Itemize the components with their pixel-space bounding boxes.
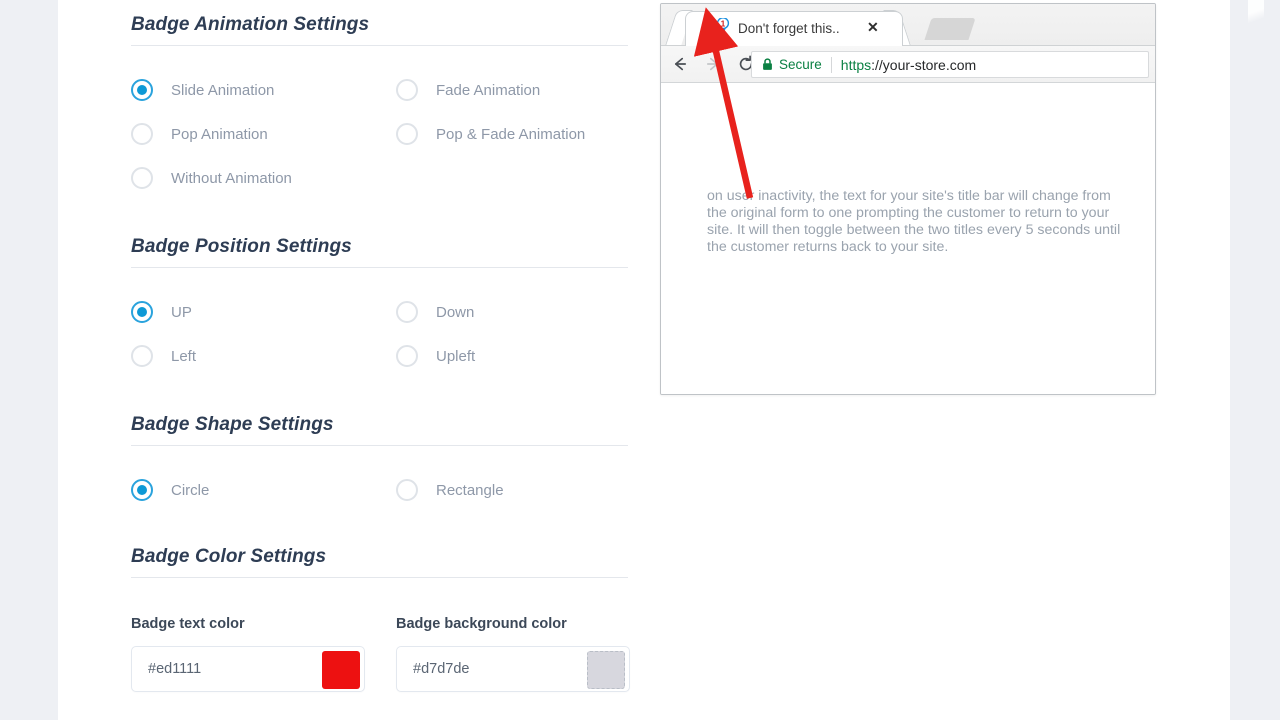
tab-close-icon[interactable]: ✕ (867, 20, 879, 34)
radio-row: Left Upleft (131, 334, 631, 378)
radio-label: Pop & Fade Animation (436, 125, 586, 143)
radio-row: Slide Animation Fade Animation (131, 68, 631, 112)
radio-label: Down (436, 303, 475, 321)
radio-group-shape: Circle Rectangle (131, 468, 631, 512)
secure-label: Secure (779, 57, 822, 72)
section-title-animation: Badge Animation Settings (131, 14, 370, 35)
radio-row: Circle Rectangle (131, 468, 631, 512)
radio-option-pop-animation[interactable]: Pop Animation (131, 112, 396, 156)
section-title-shape: Badge Shape Settings (131, 414, 334, 435)
right-gutter (1230, 0, 1280, 720)
browser-tab-active[interactable]: 1 Don't forget this.. ✕ (685, 11, 903, 46)
back-arrow-icon[interactable] (666, 50, 694, 78)
radio-indicator-icon[interactable] (396, 479, 418, 501)
radio-indicator-icon[interactable] (131, 345, 153, 367)
radio-label: Pop Animation (171, 125, 268, 143)
radio-indicator-icon[interactable] (131, 167, 153, 189)
radio-option-down[interactable]: Down (396, 290, 631, 334)
radio-label: UP (171, 303, 192, 321)
color-swatch-preview[interactable] (587, 651, 625, 689)
radio-label: Fade Animation (436, 81, 541, 99)
radio-option-slide-animation[interactable]: Slide Animation (131, 68, 396, 112)
radio-indicator-icon[interactable] (131, 123, 153, 145)
section-title-position: Badge Position Settings (131, 236, 352, 257)
radio-option-fade-animation[interactable]: Fade Animation (396, 68, 631, 112)
radio-indicator-icon[interactable] (396, 79, 418, 101)
radio-indicator-icon[interactable] (131, 479, 153, 501)
section-divider-position (131, 267, 628, 268)
browser-preview-mockup: 1 Don't forget this.. ✕ Secure https://… (660, 3, 1156, 395)
forward-arrow-icon[interactable] (699, 50, 727, 78)
radio-option-circle[interactable]: Circle (131, 468, 396, 512)
radio-indicator-icon[interactable] (396, 123, 418, 145)
color-field-badge-background-color: Badge background color #d7d7de (396, 616, 631, 692)
radio-indicator-icon[interactable] (131, 79, 153, 101)
radio-label: Upleft (436, 347, 476, 365)
section-badge-color-settings: Badge Color Settings Badge text color #e… (131, 512, 631, 692)
section-divider-animation (131, 45, 628, 46)
radio-row: Without Animation (131, 156, 631, 200)
browser-tab-title: Don't forget this.. (738, 21, 840, 36)
section-divider-color (131, 577, 628, 578)
browser-tab-inactive-placeholder[interactable] (924, 18, 976, 40)
radio-label: Rectangle (436, 481, 504, 499)
preview-description-text: on user inactivity, the text for your si… (707, 188, 1121, 255)
badge-settings-panel: Badge Animation Settings Slide Animation… (131, 0, 631, 692)
radio-option-rectangle[interactable]: Rectangle (396, 468, 631, 512)
radio-label: Circle (171, 481, 210, 499)
corner-glint (1248, 0, 1264, 26)
browser-toolbar: Secure https ://your-store.com (661, 46, 1155, 83)
radio-group-animation: Slide Animation Fade Animation Pop Anima… (131, 68, 631, 200)
app-root: Badge Animation Settings Slide Animation… (0, 0, 1280, 720)
section-title-color: Badge Color Settings (131, 546, 327, 567)
url-host-text: ://your-store.com (871, 56, 977, 73)
radio-row: UP Down (131, 290, 631, 334)
section-badge-shape-settings: Badge Shape Settings Circle Rectangle (131, 378, 631, 512)
radio-label: Slide Animation (171, 81, 275, 99)
browser-address-bar[interactable]: Secure https ://your-store.com (751, 51, 1149, 78)
section-badge-animation-settings: Badge Animation Settings Slide Animation… (131, 0, 631, 200)
shopping-cart-favicon-icon: 1 (703, 17, 730, 42)
secure-lock-icon (762, 58, 773, 71)
radio-option-left[interactable]: Left (131, 334, 396, 378)
omnibox-separator (830, 56, 832, 73)
radio-label: Left (171, 347, 197, 365)
color-fields-row: Badge text color #ed1111 Badge backgroun… (131, 616, 631, 692)
browser-tab-strip: 1 Don't forget this.. ✕ (661, 4, 1155, 46)
radio-indicator-icon[interactable] (131, 301, 153, 323)
color-swatch-preview[interactable] (322, 651, 360, 689)
browser-viewport: on user inactivity, the text for your si… (661, 83, 1155, 394)
url-scheme-text: https (840, 56, 872, 73)
color-value-text: #d7d7de (413, 661, 470, 677)
badge-text-color-input[interactable]: #ed1111 (131, 646, 365, 692)
section-badge-position-settings: Badge Position Settings UP Down Left Upl… (131, 200, 631, 378)
radio-group-position: UP Down Left Upleft (131, 290, 631, 378)
section-divider-shape (131, 445, 628, 446)
radio-option-upleft[interactable]: Upleft (396, 334, 631, 378)
radio-option-pop-fade-animation[interactable]: Pop & Fade Animation (396, 112, 631, 156)
left-gutter (0, 0, 58, 720)
radio-label: Without Animation (171, 169, 292, 187)
radio-indicator-icon[interactable] (396, 301, 418, 323)
radio-option-without-animation[interactable]: Without Animation (131, 156, 396, 200)
radio-indicator-icon[interactable] (396, 345, 418, 367)
radio-row: Pop Animation Pop & Fade Animation (131, 112, 631, 156)
color-field-label: Badge background color (396, 616, 567, 632)
radio-option-up[interactable]: UP (131, 290, 396, 334)
badge-background-color-input[interactable]: #d7d7de (396, 646, 630, 692)
color-field-badge-text-color: Badge text color #ed1111 (131, 616, 396, 692)
color-value-text: #ed1111 (148, 661, 202, 677)
svg-text:1: 1 (721, 19, 726, 29)
color-field-label: Badge text color (131, 616, 245, 632)
